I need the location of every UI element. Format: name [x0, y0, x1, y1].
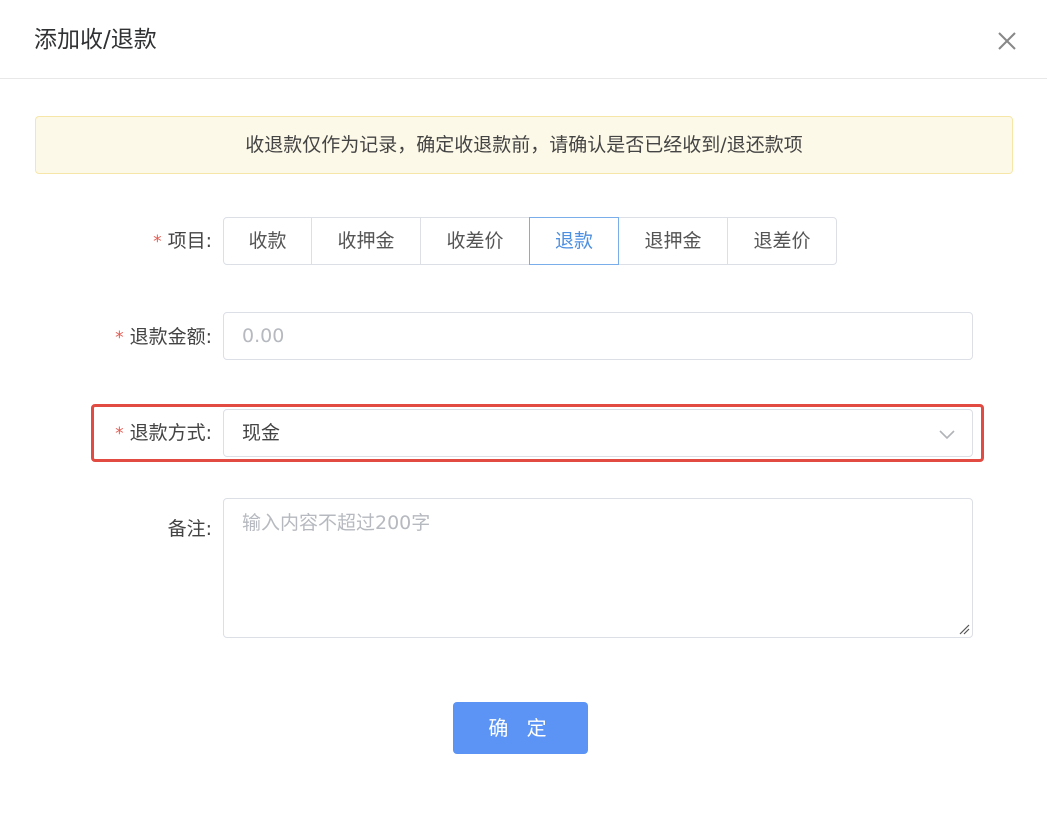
close-icon — [998, 32, 1016, 50]
item-segmented-control: 收款 收押金 收差价 退款 退押金 退差价 — [223, 217, 837, 265]
dialog-header: 添加收/退款 — [0, 0, 1047, 79]
close-button[interactable] — [992, 26, 1022, 56]
required-mark: * — [115, 328, 124, 348]
segment-refund-difference[interactable]: 退差价 — [727, 217, 837, 265]
remark-textarea[interactable]: 输入内容不超过200字 — [223, 498, 973, 638]
chevron-down-icon — [939, 430, 955, 440]
segment-refund[interactable]: 退款 — [529, 217, 619, 265]
amount-placeholder: 0.00 — [242, 325, 285, 347]
segment-collect-deposit[interactable]: 收押金 — [311, 217, 421, 265]
required-mark: * — [115, 424, 124, 444]
segment-collect[interactable]: 收款 — [223, 217, 312, 265]
remark-placeholder: 输入内容不超过200字 — [242, 512, 431, 534]
remark-label: 备注: — [167, 518, 212, 540]
amount-input[interactable]: 0.00 — [223, 312, 973, 360]
method-label: * 退款方式: — [115, 422, 212, 444]
item-label: * 项目: — [153, 230, 212, 252]
segment-refund-deposit[interactable]: 退押金 — [618, 217, 728, 265]
required-mark: * — [153, 232, 162, 252]
method-value: 现金 — [242, 422, 281, 444]
confirm-button[interactable]: 确 定 — [453, 702, 588, 754]
segment-collect-difference[interactable]: 收差价 — [420, 217, 530, 265]
resize-handle-icon[interactable] — [958, 623, 970, 635]
method-select[interactable]: 现金 — [223, 409, 973, 457]
amount-label: * 退款金额: — [115, 326, 212, 348]
notice-banner: 收退款仅作为记录，确定收退款前，请确认是否已经收到/退还款项 — [35, 116, 1013, 174]
dialog-title: 添加收/退款 — [34, 27, 157, 53]
